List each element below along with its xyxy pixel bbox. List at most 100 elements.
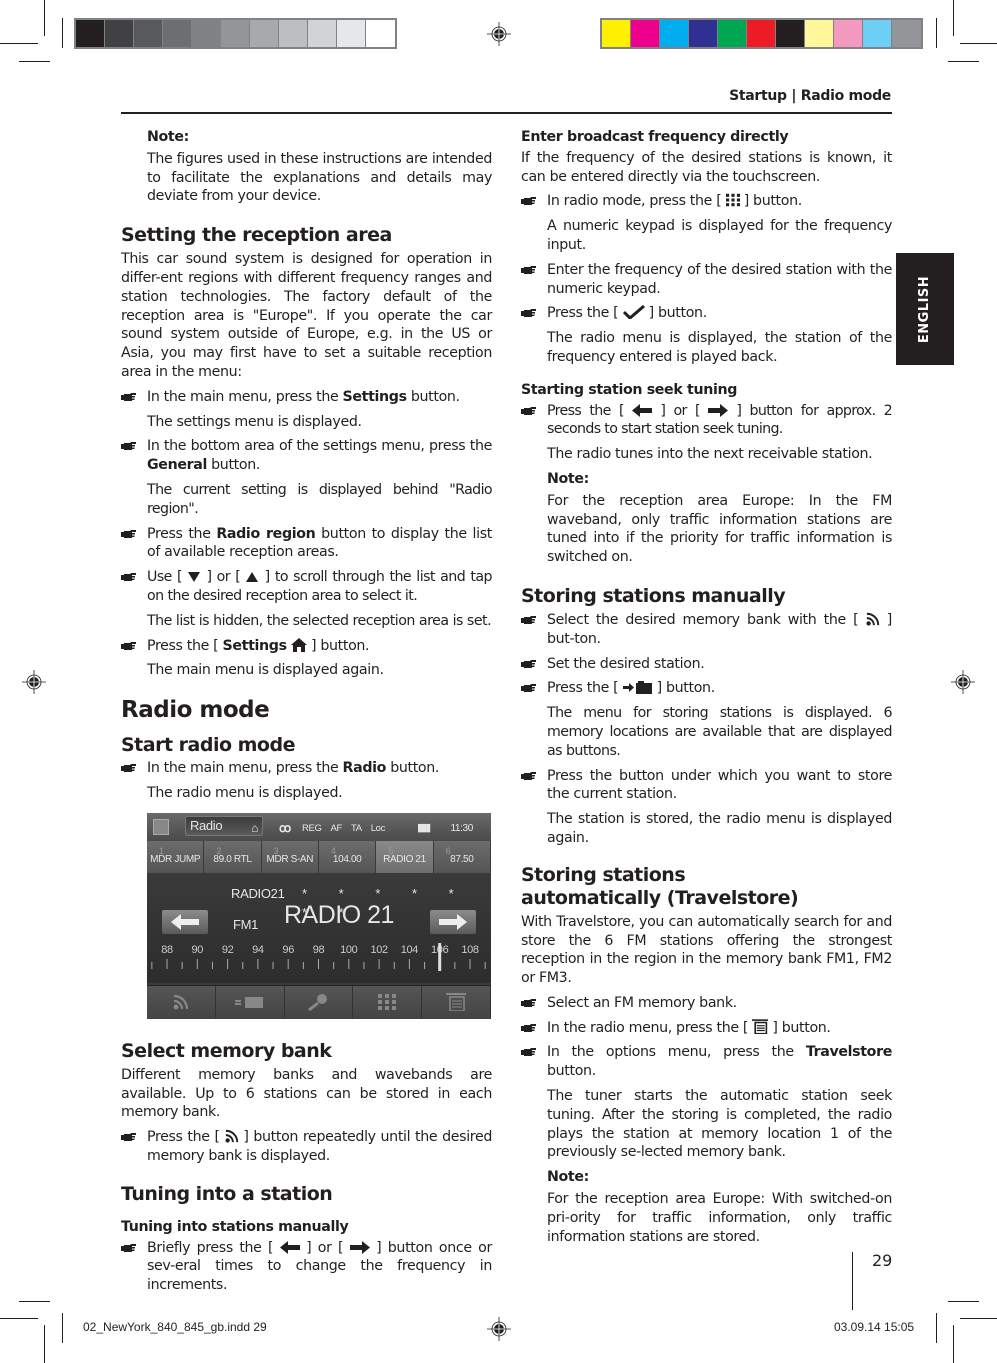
slug-filename: 02_NewYork_840_845_gb.indd 29 (83, 1320, 267, 1334)
result-text: The radio tunes into the next receivable… (547, 446, 873, 463)
language-tab: ENGLISH (896, 253, 954, 365)
heading-storing-manually: Storing stations manually (521, 584, 786, 607)
note-text: For the reception area Europe: In the FM… (547, 492, 892, 566)
memory-bank-icon (224, 1129, 238, 1143)
note-text: For the reception area Europe: With swit… (547, 1191, 892, 1245)
equalizer-icon: ▮▮▮ (417, 821, 431, 834)
step: Set the desired station. (521, 655, 892, 674)
pointing-hand-icon (521, 683, 537, 693)
step: In the bottom area of the settings menu,… (121, 437, 492, 475)
crop-mark (960, 43, 997, 44)
preset-label: MDR JUMP (150, 853, 201, 865)
preset-label: 89.0 RTL (213, 853, 252, 865)
step: Press the [ ] button. (521, 679, 892, 698)
color-swatch (834, 20, 863, 47)
color-swatch (221, 20, 250, 47)
result-text: The radio menu is displayed. (147, 784, 343, 801)
crop-mark (62, 1313, 63, 1343)
crop-mark (44, 0, 45, 36)
subheading-seek-tuning: Starting station seek tuning (521, 381, 738, 398)
pointing-hand-icon (121, 1243, 137, 1253)
options-icon (752, 1018, 769, 1034)
preset-button: 3 MDR S-AN (261, 840, 319, 873)
step: In radio mode, press the [ ] button. (521, 192, 892, 211)
pointing-hand-icon (121, 572, 137, 582)
result-text: The tuner starts the automatic station s… (547, 1088, 892, 1161)
home-icon: ⌂ (251, 820, 258, 835)
note: Note: The figures used in these instruct… (121, 128, 492, 206)
pointing-hand-icon (521, 1047, 537, 1057)
radio-status-bar: Radio ⌂ ꝏ REG AF TA Loc ▮▮▮ 11:30 (147, 812, 491, 841)
direct-intro: If the frequency of the desired stations… (521, 149, 892, 185)
crop-mark (0, 43, 38, 44)
step: Press the Radio region button to display… (121, 525, 492, 563)
right-column: Enter broadcast frequency directly If th… (521, 128, 893, 1246)
pointing-hand-icon (521, 615, 537, 625)
scale-label: 98 (313, 944, 325, 956)
color-swatch (805, 20, 834, 47)
color-swatch (631, 20, 660, 47)
step: In the main menu, press the Radio button… (121, 759, 492, 778)
home-icon (290, 637, 307, 652)
crop-mark (948, 1301, 979, 1302)
search-icon (308, 994, 328, 1012)
keypad-icon (725, 194, 740, 207)
pointing-hand-icon (121, 641, 137, 651)
color-swatch (279, 20, 308, 47)
scale-label: 96 (282, 944, 294, 956)
page-number-rule (852, 1252, 853, 1310)
pointing-hand-icon (521, 265, 537, 275)
arrow-left-icon (632, 403, 653, 417)
tuning-needle (438, 942, 442, 971)
color-swatch (660, 20, 689, 47)
registration-mark-icon (487, 1317, 511, 1341)
status-flags: REG AF TA Loc (302, 822, 386, 834)
registration-mark-icon (951, 670, 975, 694)
memory-intro: Different memory banks and wavebands are… (121, 1066, 492, 1121)
color-swatch (602, 20, 631, 47)
options-button (422, 985, 491, 1019)
seek-right-button (430, 909, 476, 934)
step: Press the button under which you want to… (521, 767, 892, 805)
grayscale-bar (74, 18, 397, 49)
subheading-tuning-manually: Tuning into stations manually (121, 1218, 349, 1235)
store-button (215, 985, 285, 1019)
note-text: The figures used in these instructions a… (147, 150, 492, 205)
crop-mark (936, 1313, 937, 1343)
step: Briefly press the [ ] or [ ] button once… (121, 1239, 492, 1295)
pointing-hand-icon (121, 441, 137, 451)
arrow-right-icon (349, 1240, 370, 1254)
step: Enter the frequency of the desired stati… (521, 261, 892, 299)
arrow-down-icon (188, 572, 201, 583)
pointing-hand-icon (121, 392, 137, 402)
preset-label: 87.50 (450, 853, 474, 865)
radio-bottom-bar (147, 984, 491, 1019)
color-swatch (134, 20, 163, 47)
color-swatch (163, 20, 192, 47)
crop-mark (953, 1325, 954, 1363)
scale-label: 100 (340, 944, 358, 956)
crop-mark (0, 1318, 38, 1319)
preset-bar: 1 MDR JUMP 2 89.0 RTL 3 MDR S-AN 4 104.00 5 RADIO… (147, 840, 491, 873)
preset-button: 6 87.50 (433, 840, 491, 873)
color-swatch (308, 20, 337, 47)
search-button (284, 985, 354, 1019)
crop-mark (19, 61, 50, 62)
slug-date: 03.09.14 15:05 (834, 1320, 915, 1334)
radio-screen-figure: Radio ⌂ ꝏ REG AF TA Loc ▮▮▮ 11:30 1 MDR JU… (147, 812, 491, 1019)
memory-bank-icon (173, 995, 188, 1010)
pointing-hand-icon (521, 308, 537, 318)
note: Note: For the reception area Europe: In … (521, 470, 892, 567)
step: Press the [ ] button. (521, 304, 892, 323)
preset-label: 104.00 (332, 853, 362, 865)
reception-intro: This car sound system is designed for op… (121, 251, 492, 380)
preset-label: RADIO 21 (383, 853, 426, 865)
step: Press the [ ] or [ ] button for approx. … (521, 402, 893, 440)
crop-mark (44, 1325, 45, 1363)
color-swatch (76, 20, 105, 47)
arrow-left-icon (171, 913, 199, 930)
step: In the radio menu, press the [ ] button. (521, 1018, 892, 1038)
note: Note: For the reception area Europe: Wit… (521, 1168, 892, 1246)
pointing-hand-icon (521, 998, 537, 1008)
pointing-hand-icon (121, 529, 137, 539)
